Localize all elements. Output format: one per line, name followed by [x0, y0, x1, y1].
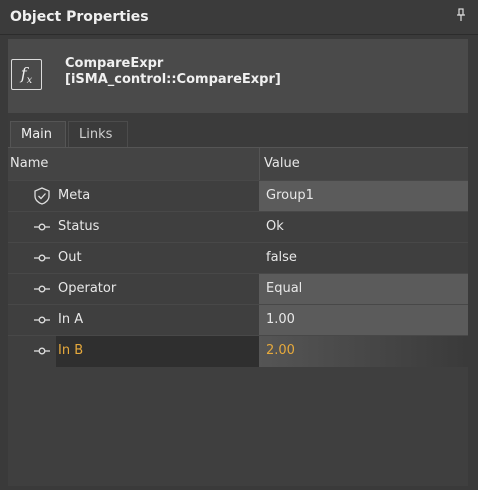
property-grid: Name Value Meta Group1 Status Ok Out fal…: [8, 147, 468, 486]
property-row-in-a[interactable]: In A 1.00: [8, 304, 468, 336]
tab-main[interactable]: Main: [10, 121, 66, 147]
property-value[interactable]: Equal: [259, 274, 468, 305]
property-value: false: [266, 250, 297, 265]
property-row-operator[interactable]: Operator Equal: [8, 273, 468, 305]
tab-links[interactable]: Links: [68, 121, 128, 147]
function-icon: fx: [11, 59, 42, 90]
slot-icon: [34, 316, 50, 324]
panel-title: Object Properties: [10, 9, 149, 25]
property-row-status[interactable]: Status Ok: [8, 211, 468, 243]
pin-icon[interactable]: [456, 8, 466, 22]
shield-icon: [34, 187, 50, 205]
property-value[interactable]: 2.00: [259, 336, 468, 367]
property-name: Operator: [58, 281, 117, 296]
property-name: Meta: [58, 188, 91, 203]
component-type: [iSMA_control::CompareExpr]: [65, 72, 281, 87]
component-header: fx CompareExpr [iSMA_control::CompareExp…: [8, 39, 468, 113]
column-divider[interactable]: [259, 148, 260, 180]
slot-icon: [34, 347, 50, 355]
slot-icon: [34, 285, 50, 293]
slot-icon: [34, 223, 50, 231]
panel-titlebar: Object Properties: [0, 0, 478, 35]
property-value: Ok: [266, 219, 284, 234]
property-name: In B: [58, 343, 84, 358]
slot-icon: [34, 254, 50, 262]
property-row-out[interactable]: Out false: [8, 242, 468, 274]
tab-bar: Main Links: [8, 113, 468, 147]
column-header-value[interactable]: Value: [264, 156, 300, 171]
property-row-meta[interactable]: Meta Group1: [8, 180, 468, 212]
property-value[interactable]: Group1: [259, 181, 468, 212]
property-name: Out: [58, 250, 82, 265]
component-name: CompareExpr: [65, 56, 164, 71]
grid-header: Name Value: [8, 148, 468, 180]
property-row-in-b[interactable]: In B 2.00: [8, 335, 468, 367]
property-name: Status: [58, 219, 100, 234]
property-value[interactable]: 1.00: [259, 305, 468, 336]
property-name: In A: [58, 312, 84, 327]
column-header-name[interactable]: Name: [10, 156, 48, 171]
